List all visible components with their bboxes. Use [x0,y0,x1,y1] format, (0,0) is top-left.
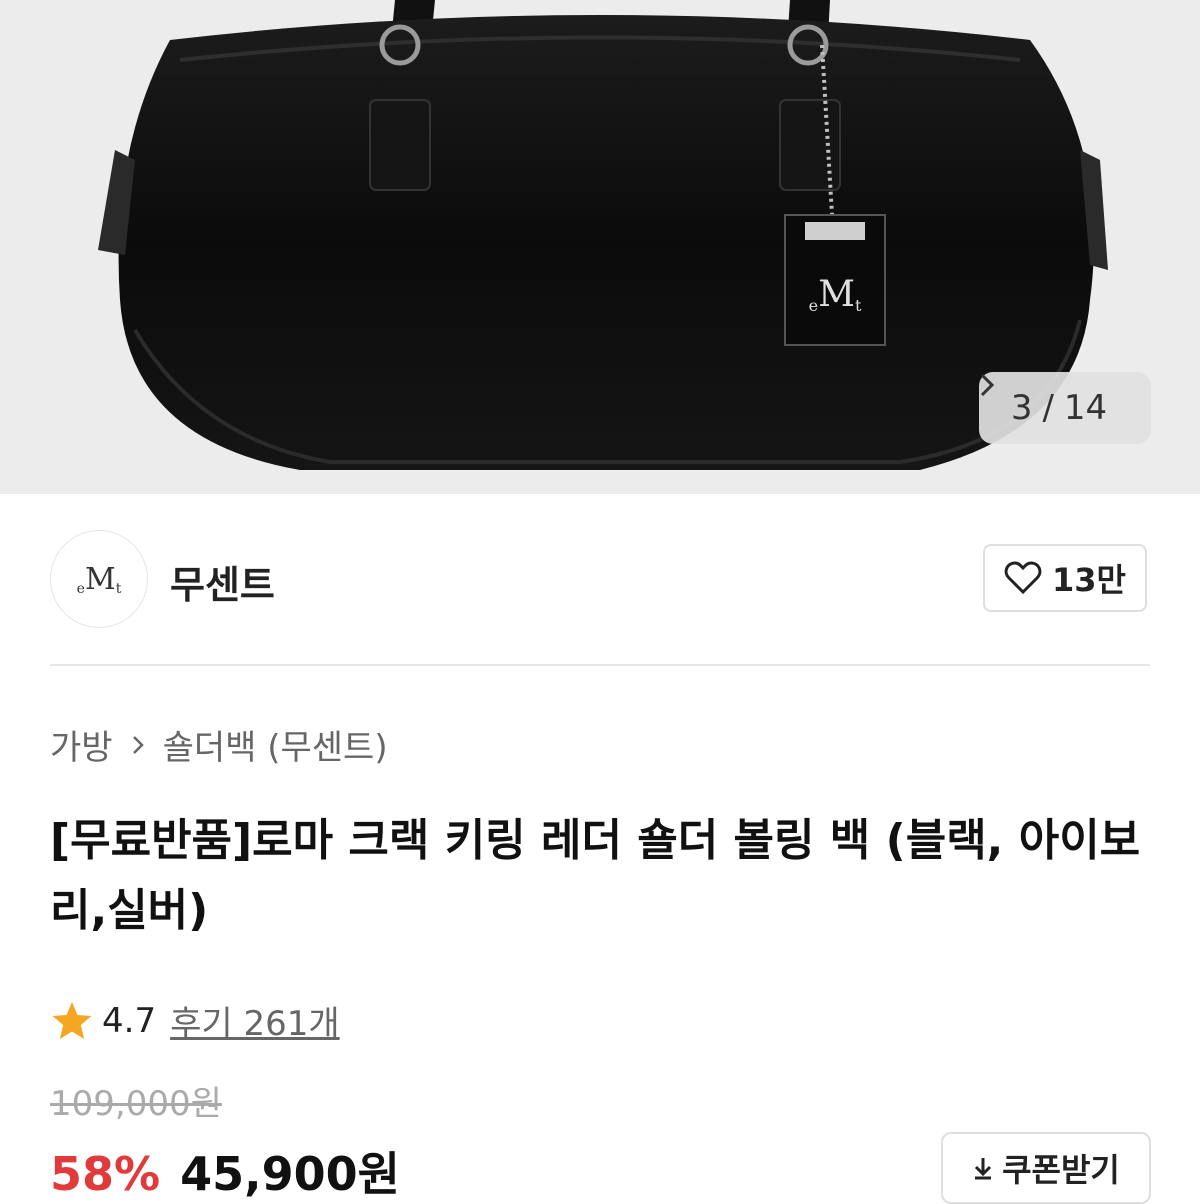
rating-row: 4.7 후기 261개 [50,996,340,1045]
product-title: [무료반품]로마 크랙 키링 레더 숄더 볼링 백 (블랙, 아이보리,실버) [50,815,1141,936]
keyring-tag-logo: eMt [808,274,862,315]
divider [50,664,1150,666]
image-counter[interactable]: 3 / 14 [979,372,1151,444]
reviews-link[interactable]: 후기 261개 [170,996,340,1045]
original-price: 109,000원 [50,1084,222,1124]
heart-icon [1004,561,1042,595]
brand-logo[interactable]: eMt [50,530,148,628]
price-row: 58% 45,900원 [50,1138,400,1204]
product-image-gallery[interactable]: eMt 3 / 14 [0,0,1200,494]
breadcrumb: 가방 숄더백 (무센트) [50,720,388,769]
brand-row: eMt 무센트 13만 [50,530,1150,630]
rating-score: 4.7 [102,1000,157,1041]
brand-name[interactable]: 무센트 [170,554,275,609]
logo-letter-t: t [115,580,122,597]
counter-separator: / [1042,388,1054,428]
like-button[interactable]: 13만 [983,544,1147,612]
coupon-label: 쿠폰받기 [1002,1151,1120,1189]
logo-letter-e: e [76,580,85,597]
coupon-button[interactable]: 쿠폰받기 [941,1132,1151,1204]
discount-rate: 58% [50,1147,161,1201]
breadcrumb-category[interactable]: 가방 [50,720,113,769]
chevron-right-icon [131,734,145,756]
sale-price: 45,900원 [180,1147,400,1201]
current-image-index: 3 [1010,388,1033,428]
breadcrumb-subcategory[interactable]: 숄더백 (무센트) [163,720,388,769]
logo-letter-m: M [84,561,116,597]
download-icon [972,1155,994,1181]
total-images: 14 [1063,388,1108,428]
star-icon [50,1000,94,1042]
like-count: 13만 [1052,561,1126,599]
